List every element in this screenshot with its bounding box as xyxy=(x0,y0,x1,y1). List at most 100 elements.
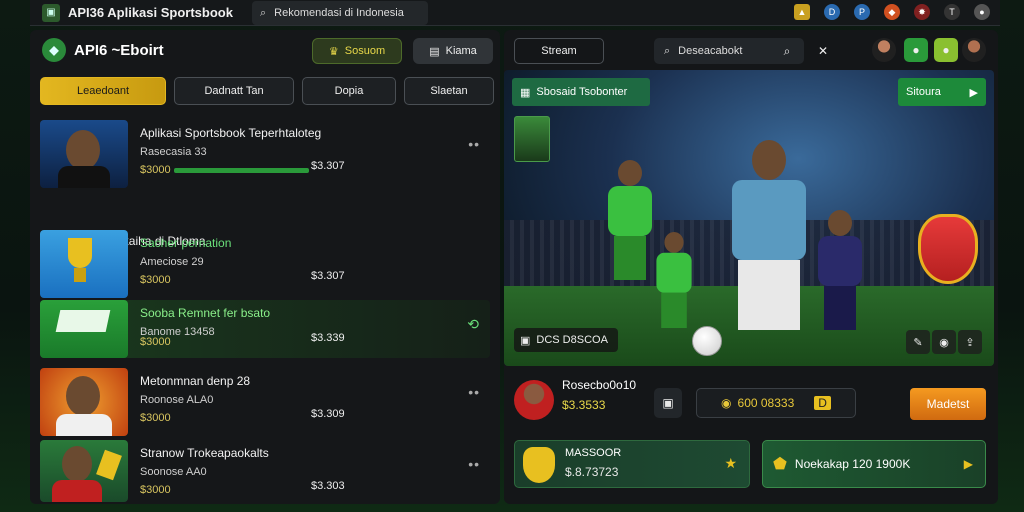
promo-card[interactable]: ⬟ Noekakap 120 1900K ▶ xyxy=(762,440,986,488)
player-thumbnail xyxy=(40,440,128,502)
browser-icons: ▲ D P ◆ ✸ T ● xyxy=(794,4,990,20)
stake-icon: D xyxy=(814,396,831,410)
star-icon[interactable]: ★ xyxy=(724,455,737,472)
info-chip[interactable]: ▣ DCS D8SCOA xyxy=(514,328,618,352)
crown-icon: ♛ xyxy=(328,45,339,58)
player-blue xyxy=(724,140,814,340)
more-icon[interactable]: •• xyxy=(468,136,480,152)
crest-icon xyxy=(523,447,555,483)
card-value: $.8.73723 xyxy=(565,465,619,479)
tab-title[interactable]: API36 Aplikasi Sportsbook xyxy=(68,5,268,20)
list-item[interactable]: Stranow Trokeapaokalts Soonose AA0 $3000… xyxy=(40,440,490,508)
item-price: $3.339 xyxy=(311,332,345,344)
item-name: Stranow Trokeapaokalts xyxy=(140,446,269,460)
live-badge-text: Sbosaid Tsobonter xyxy=(536,86,628,98)
avatar xyxy=(514,380,554,420)
more-icon[interactable]: •• xyxy=(468,456,480,472)
puzzle-icon[interactable]: ✸ xyxy=(914,4,930,20)
refresh-icon[interactable]: ⟲ xyxy=(467,316,480,333)
mini-player-thumbnail xyxy=(514,116,550,162)
play-icon: ▶ xyxy=(963,457,973,471)
tab-1[interactable]: Leaedoant xyxy=(40,77,166,105)
cart-icon: ▤ xyxy=(429,45,440,58)
bet-button[interactable]: Madetst xyxy=(910,388,986,420)
dark-header-label: Kiama xyxy=(445,45,477,57)
item-amount: $3000 xyxy=(140,274,171,286)
list-item[interactable]: Sacher pernation Ameciose 29 $3000 $3.30… xyxy=(40,230,490,298)
tabs: Leaedoant Dadnatt Tan Dopia Slaetan xyxy=(40,77,494,105)
player-thumbnail xyxy=(40,368,128,436)
progress-bar xyxy=(174,168,309,173)
play-icon: ▶ xyxy=(969,86,978,99)
url-bar[interactable]: ⌕ Rekomendasi di Indonesia xyxy=(252,1,428,25)
list-item-highlighted[interactable]: Sooba Remnet fer bsato Banome 13458 $300… xyxy=(40,300,490,358)
reader-icon[interactable]: T xyxy=(944,4,960,20)
tab-2[interactable]: Dadnatt Tan xyxy=(174,77,294,105)
hero-banner[interactable]: ▦ Sbosaid Tsobonter Sitoura ▶ ▣ DCS D8SC… xyxy=(504,70,994,366)
tv-icon: ▣ xyxy=(520,334,531,347)
trophy-thumbnail xyxy=(40,230,128,298)
player-navy xyxy=(810,210,870,330)
tab-3[interactable]: Dopia xyxy=(302,77,396,105)
favicon-icon: ▣ xyxy=(42,3,60,22)
item-price: $3.309 xyxy=(311,408,345,420)
green-header-button[interactable]: ♛ Sosuom xyxy=(312,38,402,64)
card-title: MASSOOR xyxy=(565,447,622,459)
player-green-2 xyxy=(650,232,698,328)
d-icon[interactable]: D xyxy=(824,4,840,20)
coin-icon: ◉ xyxy=(721,396,732,410)
avatar[interactable] xyxy=(872,38,896,62)
share-icon[interactable]: ⇪ xyxy=(958,330,982,354)
item-price: $3.307 xyxy=(311,160,345,172)
tab-4[interactable]: Slaetan xyxy=(404,77,494,105)
item-name: Sacher pernation xyxy=(140,236,232,250)
item-sub: Ameciose 29 xyxy=(140,256,204,268)
live-badge[interactable]: ▦ Sbosaid Tsobonter xyxy=(512,78,650,106)
bet-row: Rosecbo0o10 $3.3533 ▣ ◉ 600 08333 D Made… xyxy=(504,374,994,430)
watch-button[interactable]: Sitoura ▶ xyxy=(898,78,986,106)
item-name: Metonmnan denp 28 xyxy=(140,374,251,388)
bet-odd: $3.3533 xyxy=(562,398,606,412)
team-crest xyxy=(918,214,978,284)
more-icon[interactable]: •• xyxy=(468,384,480,400)
coin-field[interactable]: ◉ 600 08333 D xyxy=(696,388,856,418)
avatar[interactable] xyxy=(962,38,986,62)
item-amount: $3000 xyxy=(140,412,171,424)
stream-button[interactable]: Stream xyxy=(514,38,604,64)
football xyxy=(692,326,722,356)
settings-icon[interactable]: ✕ xyxy=(810,38,836,64)
match-card[interactable]: MASSOOR $.8.73723 ★ xyxy=(514,440,750,488)
bet-name: Rosecbo0o10 xyxy=(562,378,637,392)
eye-icon[interactable]: ◉ xyxy=(932,330,956,354)
url-text: Rekomendasi di Indonesia xyxy=(274,7,404,19)
shield-icon[interactable]: ▲ xyxy=(794,4,810,20)
item-amount: $3000 xyxy=(140,336,171,348)
item-amount: $3000 xyxy=(140,484,171,496)
left-panel: ◆ API6 ~Eboirt ♛ Sosuom ▤ Kiama Leaedoan… xyxy=(30,30,500,504)
item-sub: Rasecasia 33 xyxy=(140,146,207,158)
p-icon[interactable]: P xyxy=(854,4,870,20)
magnifier-icon[interactable]: ⌕ xyxy=(774,38,800,64)
item-price: $3.303 xyxy=(311,480,345,492)
grid-icon: ▦ xyxy=(520,86,531,99)
list-item[interactable]: Aplikasi Sportsbook Teperhtaloteg Raseca… xyxy=(40,120,490,188)
list-item[interactable]: Metonmnan denp 28 Roonose ALA0 $3000 $3.… xyxy=(40,368,490,436)
calendar-icon[interactable]: ▣ xyxy=(654,388,682,418)
shield-icon: ⬟ xyxy=(773,456,787,473)
search-icon: ⌕ xyxy=(664,44,671,57)
green-icon[interactable]: ● xyxy=(904,38,928,62)
edit-icon[interactable]: ✎ xyxy=(906,330,930,354)
promo-text: Noekakap 120 1900K xyxy=(794,457,911,471)
search-icon: ⌕ xyxy=(260,6,267,19)
search-placeholder: Deseacabokt xyxy=(678,45,743,57)
item-price: $3.307 xyxy=(311,270,345,282)
brand-name: API6 ~Eboirt xyxy=(74,41,164,59)
brand[interactable]: ◆ API6 ~Eboirt xyxy=(42,38,164,62)
profile-icon[interactable]: ● xyxy=(974,4,990,20)
vpn-icon[interactable]: ◆ xyxy=(884,4,900,20)
cash-thumbnail xyxy=(40,300,128,358)
green-header-label: Sosuom xyxy=(344,45,386,57)
dark-header-button[interactable]: ▤ Kiama xyxy=(413,38,493,64)
coin-icon[interactable]: ● xyxy=(934,38,958,62)
right-panel: Stream ⌕ Deseacabokt ⌕ ✕ ● ● ▦ Sbosaid T… xyxy=(504,30,998,504)
